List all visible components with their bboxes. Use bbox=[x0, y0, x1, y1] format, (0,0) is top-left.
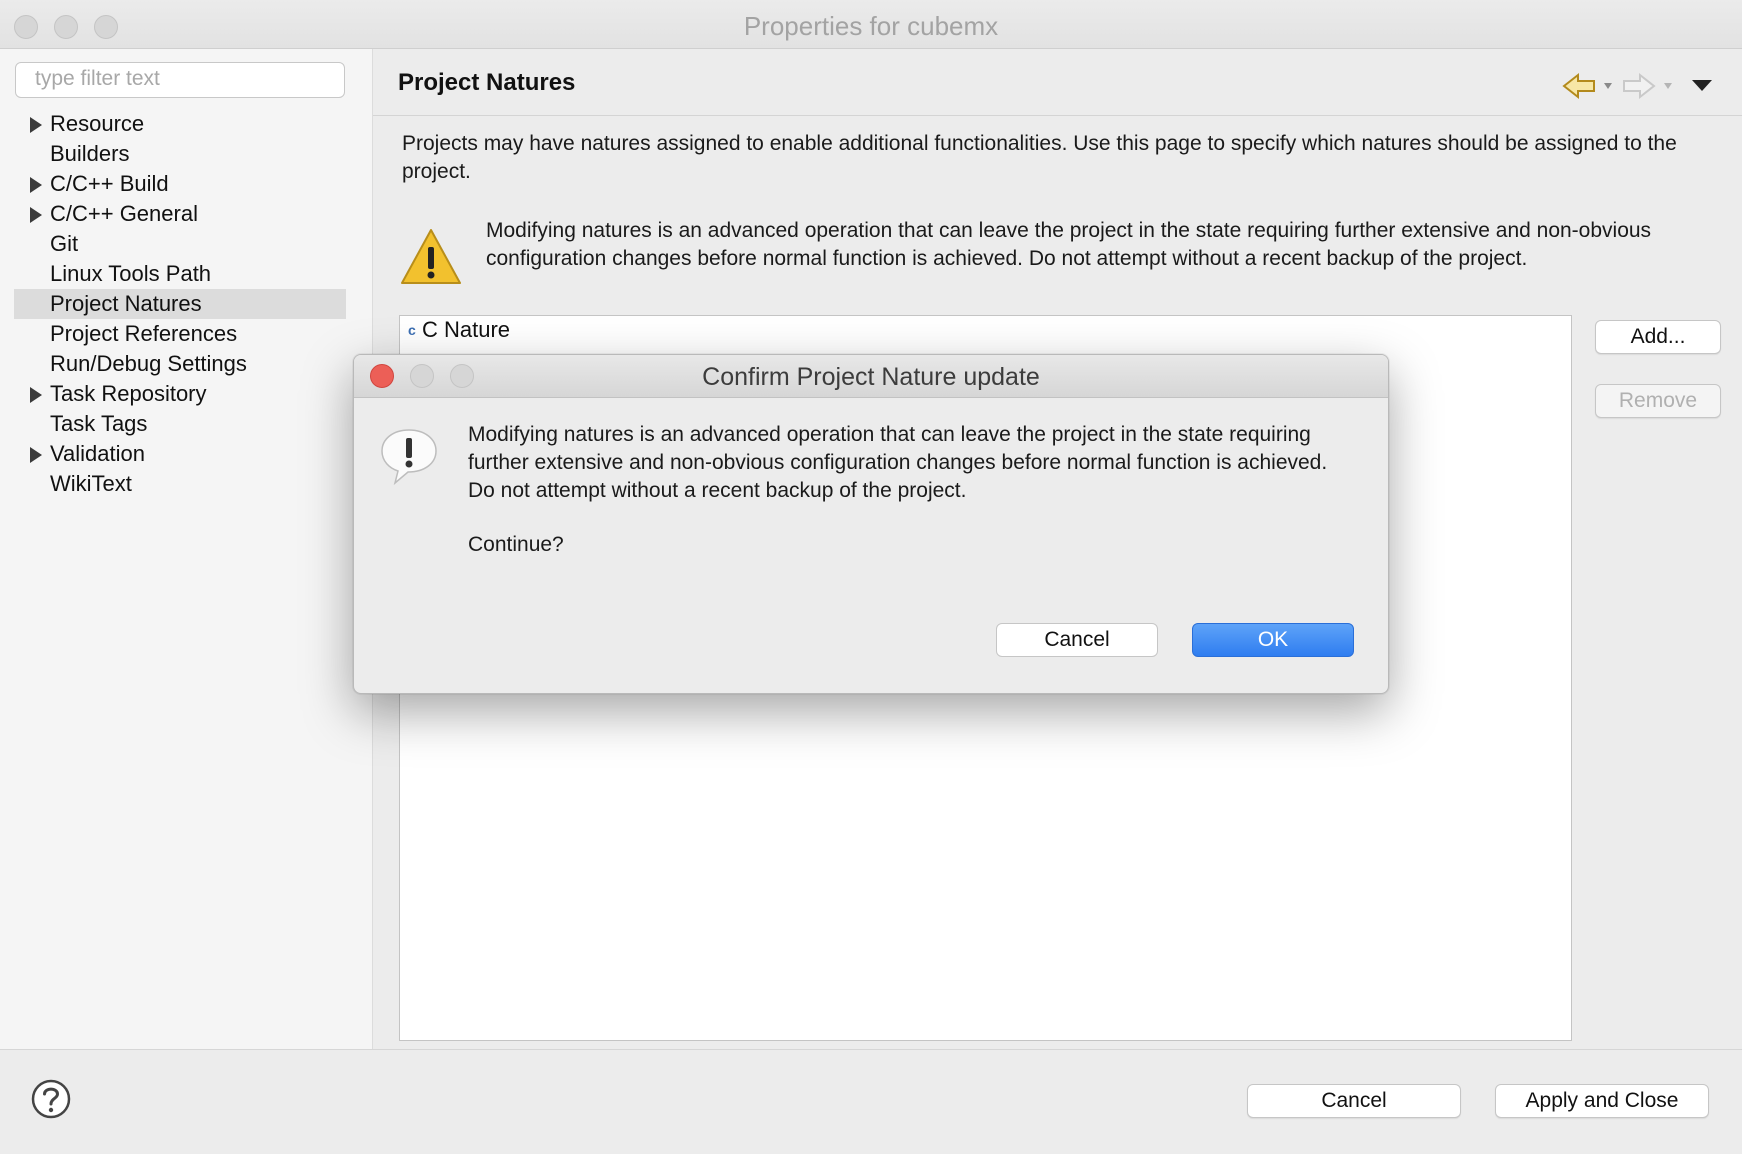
tree-item-label: C/C++ General bbox=[50, 201, 198, 226]
cancel-button[interactable]: Cancel bbox=[1247, 1084, 1461, 1118]
window-title: Properties for cubemx bbox=[743, 11, 999, 41]
tree-item-label: Project References bbox=[50, 321, 238, 346]
tree-item-label: Run/Debug Settings bbox=[50, 351, 247, 376]
forward-arrow-icon[interactable] bbox=[1623, 72, 1672, 100]
tree-item-wikitext[interactable]: WikiText bbox=[14, 469, 346, 499]
tree-item-label: Project Natures bbox=[50, 291, 202, 316]
apply-and-close-button[interactable]: Apply and Close bbox=[1495, 1084, 1709, 1118]
menu-dropdown-icon[interactable] bbox=[1692, 80, 1712, 91]
expand-arrow-icon[interactable] bbox=[30, 447, 42, 463]
property-tree: Resource Builders C/C++ Build C/C++ Gene… bbox=[14, 109, 346, 499]
bottom-bar: Cancel Apply and Close bbox=[0, 1049, 1742, 1154]
tree-item-label: C/C++ Build bbox=[50, 171, 169, 196]
expand-arrow-icon[interactable] bbox=[30, 117, 42, 133]
c-nature-icon: c bbox=[408, 322, 416, 338]
page-description: Projects may have natures assigned to en… bbox=[402, 132, 1677, 183]
dialog-titlebar: Confirm Project Nature update bbox=[354, 355, 1388, 398]
warning-icon bbox=[399, 227, 463, 287]
sidebar: type filter text Resource Builders C/C++… bbox=[0, 49, 373, 1049]
tree-item-label: Resource bbox=[50, 111, 145, 136]
tree-item-label: Task Tags bbox=[50, 411, 148, 436]
page-title: Project Natures bbox=[398, 69, 576, 96]
warning-text: Modifying natures is an advanced operati… bbox=[486, 219, 1652, 270]
expand-arrow-icon[interactable] bbox=[30, 207, 42, 223]
tree-item-label: Builders bbox=[50, 141, 130, 166]
tree-item-run-debug-settings[interactable]: Run/Debug Settings bbox=[14, 349, 346, 379]
add-nature-button[interactable]: Add... bbox=[1595, 320, 1721, 354]
expand-arrow-icon[interactable] bbox=[30, 177, 42, 193]
back-arrow-icon[interactable] bbox=[1562, 72, 1612, 100]
tree-item-label: Linux Tools Path bbox=[50, 261, 212, 286]
alert-icon bbox=[378, 427, 440, 487]
tree-item-task-repository[interactable]: Task Repository bbox=[14, 379, 346, 409]
tree-item-label: Task Repository bbox=[50, 381, 207, 406]
tree-item-task-tags[interactable]: Task Tags bbox=[14, 409, 346, 439]
remove-nature-button[interactable]: Remove bbox=[1595, 384, 1721, 418]
tree-item-cpp-general[interactable]: C/C++ General bbox=[14, 199, 346, 229]
tree-item-label: Validation bbox=[50, 441, 145, 466]
help-icon[interactable] bbox=[31, 1079, 71, 1119]
dialog-question: Continue? bbox=[468, 533, 564, 556]
divider bbox=[373, 115, 1742, 116]
dialog-ok-button[interactable]: OK bbox=[1192, 623, 1354, 657]
properties-window: Properties for cubemx type filter text R… bbox=[0, 0, 1742, 1154]
dialog-cancel-button[interactable]: Cancel bbox=[996, 623, 1158, 657]
tree-item-cpp-build[interactable]: C/C++ Build bbox=[14, 169, 346, 199]
tree-item-builders[interactable]: Builders bbox=[14, 139, 346, 169]
tree-item-project-natures[interactable]: Project Natures bbox=[14, 289, 346, 319]
filter-input[interactable]: type filter text bbox=[15, 62, 345, 98]
tree-item-label: Git bbox=[50, 231, 79, 256]
tree-item-label: WikiText bbox=[50, 471, 132, 496]
expand-arrow-icon[interactable] bbox=[30, 387, 42, 403]
nature-label: C Nature bbox=[422, 317, 511, 342]
tree-item-project-references[interactable]: Project References bbox=[14, 319, 346, 349]
page-navigation bbox=[1562, 71, 1722, 101]
tree-item-validation[interactable]: Validation bbox=[14, 439, 346, 469]
window-titlebar: Properties for cubemx bbox=[0, 0, 1742, 49]
tree-item-git[interactable]: Git bbox=[14, 229, 346, 259]
dialog-title: Confirm Project Nature update bbox=[702, 363, 1040, 391]
dialog-message: Modifying natures is an advanced operati… bbox=[468, 423, 1328, 502]
confirm-dialog: Confirm Project Nature update Modifying … bbox=[353, 354, 1389, 694]
tree-item-linux-tools-path[interactable]: Linux Tools Path bbox=[14, 259, 346, 289]
tree-item-resource[interactable]: Resource bbox=[14, 109, 346, 139]
list-item[interactable]: c C Nature bbox=[408, 316, 510, 344]
